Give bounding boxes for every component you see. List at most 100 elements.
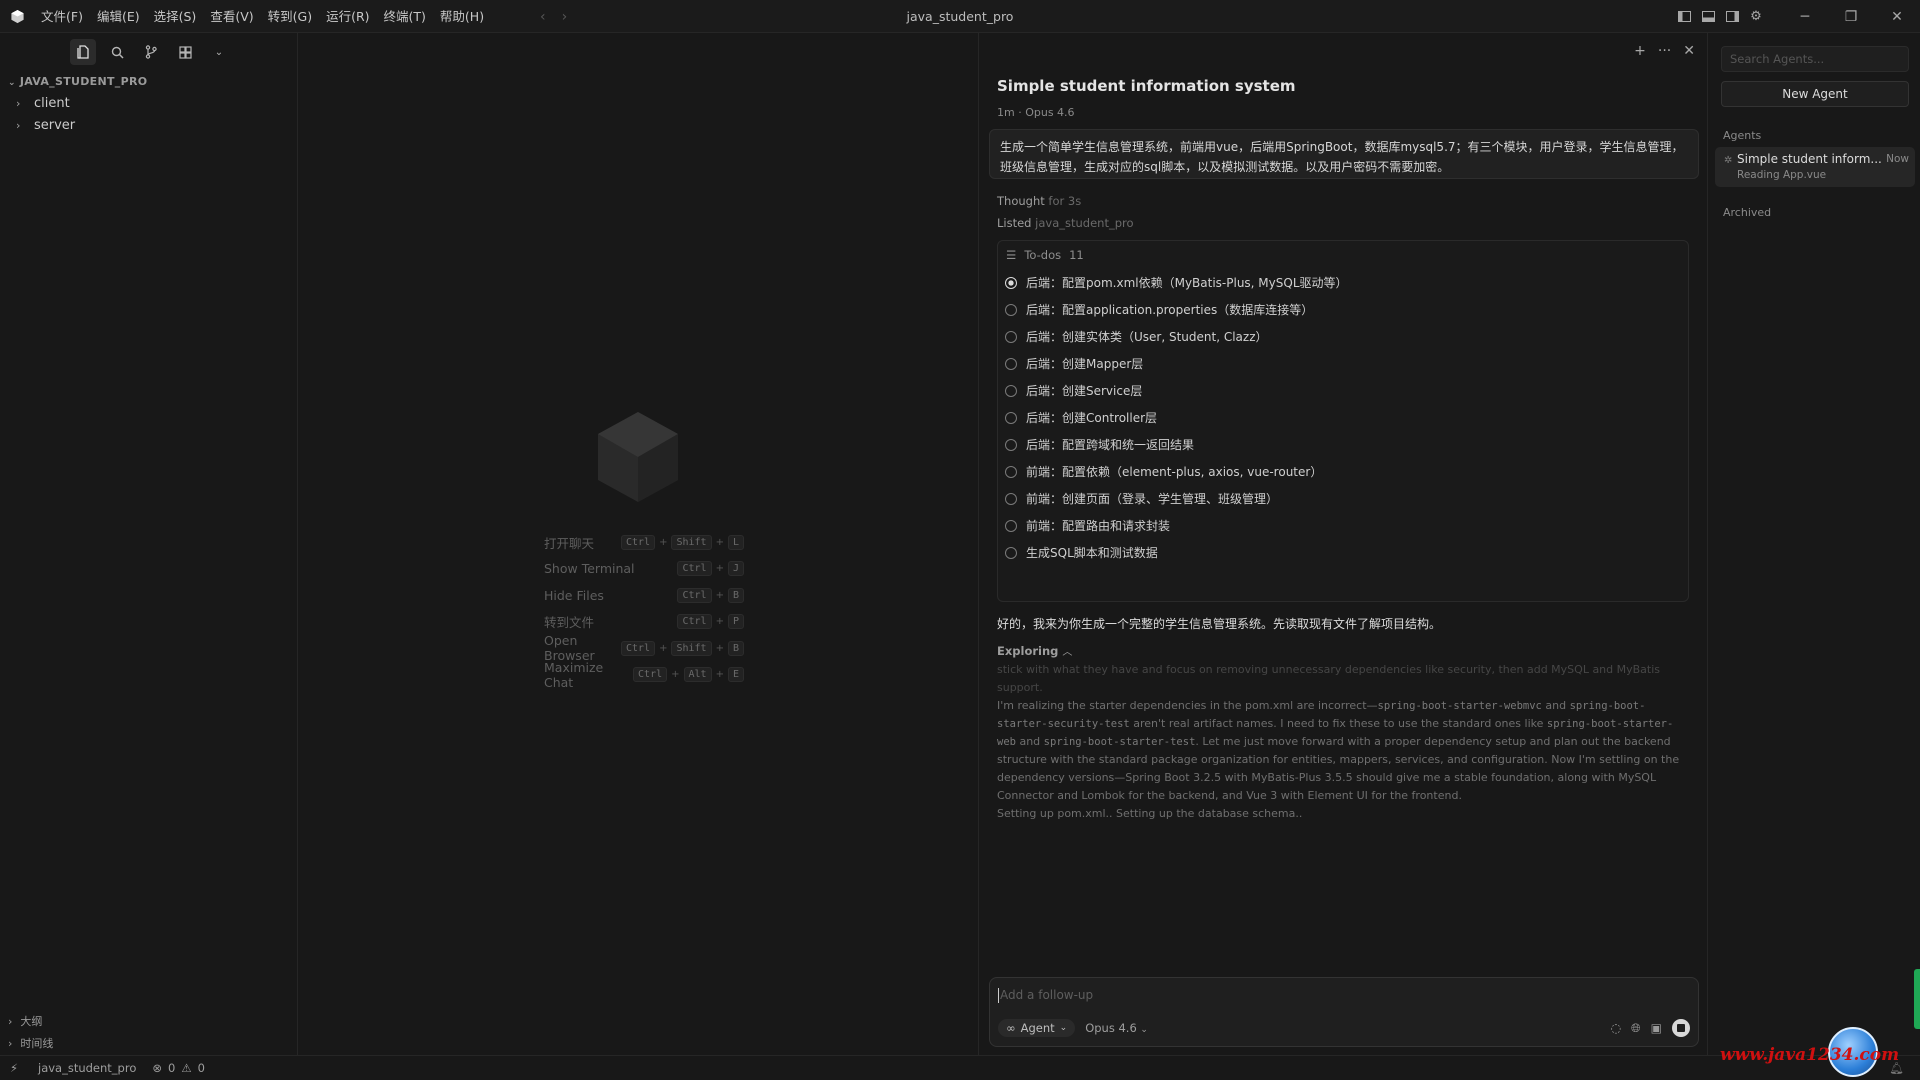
model-dropdown[interactable]: Opus 4.6 ⌄ [1085, 1021, 1148, 1035]
todo-pending-icon [1005, 357, 1017, 370]
thought-summary[interactable]: Thought for 3s [997, 194, 1081, 208]
key-cap: J [727, 561, 744, 577]
remote-indicator-icon[interactable]: ⚡︎ [0, 1061, 28, 1075]
todo-item: 前端：配置路由和请求封装 [998, 512, 1688, 539]
shortcut-hints: 打开聊天 Ctrl + Shift + L Show Terminal Ctrl + J H… [544, 529, 744, 690]
back-arrow-icon[interactable]: ‹ [540, 9, 546, 25]
agent-name: Simple student inform... [1737, 152, 1882, 166]
exploring-label: Exploring [997, 644, 1059, 658]
key-cap: Ctrl [677, 587, 712, 603]
plus-icon[interactable]: + [1634, 43, 1646, 59]
inline-code: spring-boot-starter-webmvc [1377, 700, 1542, 712]
follow-up-input[interactable]: Add a follow-up ∞ Agent ⌄ Opus 4.6 ⌄ ◌ 🌐… [989, 977, 1699, 1047]
extensions-icon[interactable] [172, 39, 198, 65]
tree-folder-server[interactable]: › server [0, 115, 297, 137]
todo-text: 前端：创建页面（登录、学生管理、班级管理） [1026, 492, 1279, 506]
todos-count: 11 [1069, 248, 1084, 262]
shortcut-keys: Ctrl + J [677, 561, 744, 577]
shortcut-row: 打开聊天 Ctrl + Shift + L [544, 529, 744, 556]
todo-pending-icon [1005, 465, 1017, 478]
todo-text: 前端：配置依赖（element-plus, axios, vue-router） [1026, 465, 1323, 479]
shortcut-row: Maximize Chat Ctrl + Alt + E [544, 660, 744, 690]
search-agents-input[interactable]: Search Agents... [1721, 46, 1909, 72]
listed-label: Listed [997, 216, 1032, 230]
close-icon[interactable]: ✕ [1683, 43, 1695, 59]
agent-list-item[interactable]: ✲ Simple student inform... Reading App.v… [1715, 147, 1915, 187]
exploring-toggle[interactable]: Exploring ︿ [997, 643, 1072, 658]
outline-section[interactable]: › 大纲 [0, 1011, 298, 1033]
problems-indicator[interactable]: ⊗ 0 ⚠ 0 [146, 1061, 211, 1075]
key-cap: Ctrl [677, 561, 712, 577]
input-toolbar: ∞ Agent ⌄ Opus 4.6 ⌄ ◌ 🌐︎ ▣ [998, 1018, 1690, 1038]
todo-item: 后端：创建Service层 [998, 377, 1688, 404]
chevron-right-icon: › [16, 97, 21, 110]
key-cap: B [727, 640, 744, 656]
project-root[interactable]: ⌄ JAVA_STUDENT_PRO [0, 71, 297, 93]
toggle-panel-icon[interactable] [1696, 0, 1720, 33]
archived-section-label[interactable]: Archived [1723, 206, 1771, 219]
nav-arrows: ‹ › [540, 0, 567, 33]
exploring-text: and [1541, 699, 1570, 712]
todos-label: To-dos [1024, 248, 1062, 262]
more-options-icon[interactable]: ··· [1658, 43, 1671, 59]
todo-item: 前端：创建页面（登录、学生管理、班级管理） [998, 485, 1688, 512]
warning-icon: ⚠ [181, 1061, 192, 1075]
toggle-secondary-sidebar-icon[interactable] [1720, 0, 1744, 33]
close-window-icon[interactable]: ✕ [1874, 0, 1920, 33]
menu-file[interactable]: 文件(F) [34, 0, 90, 33]
tree-folder-client[interactable]: › client [0, 93, 297, 115]
explorer-files-icon[interactable] [70, 39, 96, 65]
todo-pending-icon [1005, 411, 1017, 424]
todo-text: 生成SQL脚本和测试数据 [1026, 546, 1158, 560]
menu-selection[interactable]: 选择(S) [147, 0, 204, 33]
menu-edit[interactable]: 编辑(E) [90, 0, 147, 33]
project-name: JAVA_STUDENT_PRO [19, 75, 148, 88]
stop-button[interactable] [1672, 1019, 1690, 1037]
chevron-down-icon[interactable]: ⌄ [206, 39, 232, 65]
shortcut-keys: Ctrl + Shift + B [620, 640, 744, 656]
globe-icon[interactable]: 🌐︎ [1631, 1021, 1641, 1036]
image-attach-icon[interactable]: ▣ [1651, 1021, 1662, 1035]
todo-list-header[interactable]: ☰ To-dos 11 [998, 241, 1688, 269]
menu-terminal[interactable]: 终端(T) [377, 0, 433, 33]
scroll-indicator[interactable] [1914, 969, 1920, 1029]
agent-mode-dropdown[interactable]: ∞ Agent ⌄ [998, 1019, 1076, 1037]
exploring-faded-line: stick with what they have and focus on r… [997, 663, 1661, 694]
shortcut-row: Hide Files Ctrl + B [544, 582, 744, 609]
chevron-right-icon: › [8, 1015, 13, 1028]
key-cap: Ctrl [677, 614, 712, 630]
menu-go[interactable]: 转到(G) [261, 0, 319, 33]
shortcut-label: 打开聊天 [544, 535, 595, 551]
settings-gear-icon[interactable]: ⚙ [1744, 0, 1768, 33]
status-project[interactable]: java_student_pro [28, 1061, 146, 1075]
timeline-section[interactable]: › 时间线 [0, 1033, 298, 1055]
assistant-reply: 好的，我来为你生成一个完整的学生信息管理系统。先读取现有文件了解项目结构。 [997, 617, 1442, 631]
search-icon[interactable] [104, 39, 130, 65]
chevron-right-icon: › [8, 1037, 13, 1050]
thought-label: Thought [997, 194, 1045, 208]
minimize-icon[interactable]: ─ [1782, 0, 1828, 33]
user-prompt-message[interactable]: 生成一个简单学生信息管理系统，前端用vue，后端用SpringBoot，数据库m… [989, 129, 1699, 179]
new-agent-button[interactable]: New Agent [1721, 81, 1909, 107]
chat-meta: 1m · Opus 4.6 [997, 106, 1075, 119]
todo-text: 后端：配置pom.xml依赖（MyBatis-Plus, MySQL驱动等） [1026, 276, 1348, 290]
menu-view[interactable]: 查看(V) [203, 0, 260, 33]
key-cap: Shift [671, 534, 712, 550]
timeline-label: 时间线 [20, 1037, 54, 1050]
menu-help[interactable]: 帮助(H) [433, 0, 491, 33]
chat-title: Simple student information system [997, 77, 1296, 95]
key-cap: E [727, 667, 744, 683]
todo-text: 后端：创建Service层 [1026, 384, 1143, 398]
todo-text: 后端：创建Mapper层 [1026, 357, 1144, 371]
toggle-primary-sidebar-icon[interactable] [1672, 0, 1696, 33]
app-logo-icon[interactable] [0, 0, 34, 33]
forward-arrow-icon[interactable]: › [562, 9, 568, 25]
mode-label: Agent [1020, 1021, 1055, 1035]
source-control-icon[interactable] [138, 39, 164, 65]
menu-run[interactable]: 运行(R) [319, 0, 376, 33]
todo-pending-icon [1005, 330, 1017, 343]
listed-summary[interactable]: Listed java_student_pro [997, 216, 1134, 230]
todo-text: 后端：配置application.properties（数据库连接等） [1026, 303, 1314, 317]
restore-icon[interactable]: ❐ [1828, 0, 1874, 33]
loading-spinner-icon: ✲ [1724, 155, 1733, 166]
